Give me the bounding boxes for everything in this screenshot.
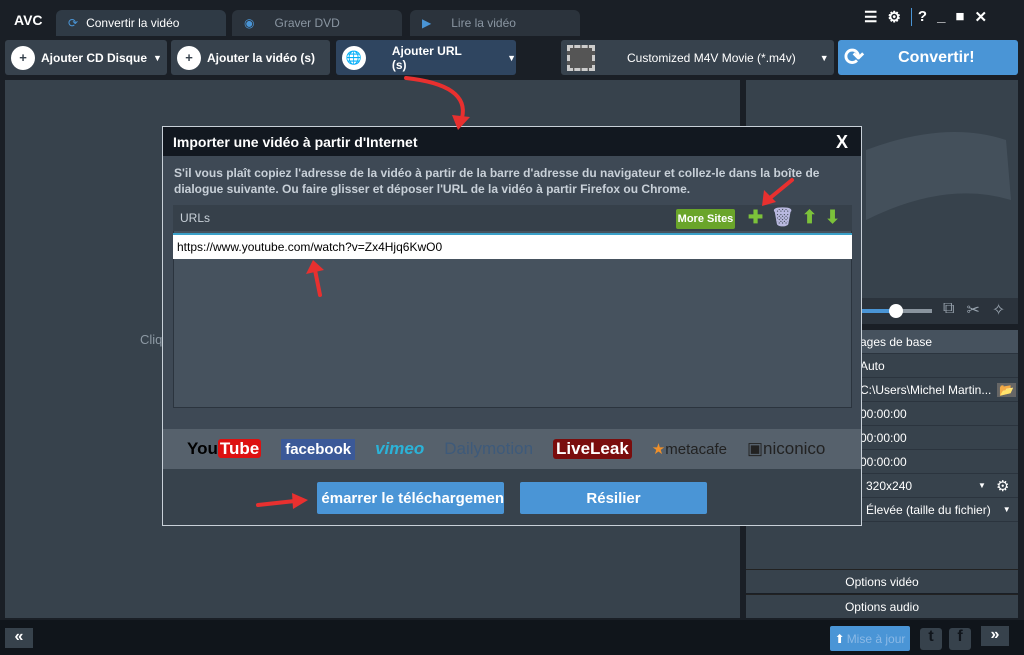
annotation-arrows <box>256 76 794 509</box>
